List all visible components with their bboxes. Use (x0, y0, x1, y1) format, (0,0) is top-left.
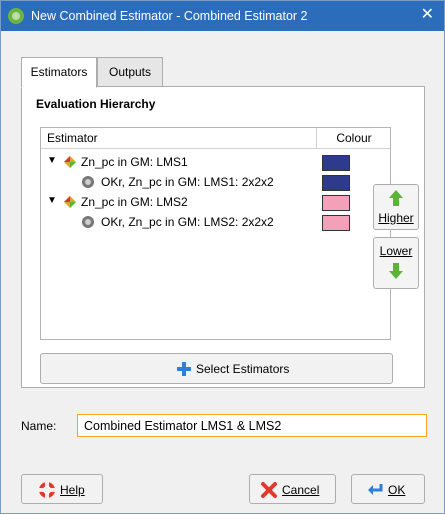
combined-estimator-icon (64, 156, 76, 168)
tree-row[interactable]: OKr, Zn_pc in GM: LMS1: 2x2x2 (41, 172, 390, 192)
close-icon[interactable]: ✕ (421, 6, 434, 24)
higher-button[interactable]: Higher (373, 184, 419, 230)
tree-row-label: OKr, Zn_pc in GM: LMS1: 2x2x2 (101, 175, 274, 189)
kriging-estimator-icon (82, 216, 94, 228)
combined-estimator-icon (64, 196, 76, 208)
tree-row[interactable]: OKr, Zn_pc in GM: LMS2: 2x2x2 (41, 212, 390, 232)
colour-swatch[interactable] (322, 195, 350, 211)
higher-label: Higher (378, 211, 414, 225)
tree-row[interactable]: ▼ Zn_pc in GM: LMS1 (41, 152, 390, 172)
cancel-label: Cancel (282, 483, 320, 497)
lifebuoy-icon (39, 482, 55, 498)
return-arrow-icon (368, 484, 383, 495)
colour-swatch[interactable] (322, 155, 350, 171)
plus-icon (177, 362, 191, 376)
dialog-window: New Combined Estimator - Combined Estima… (0, 0, 445, 514)
tab-outputs[interactable]: Outputs (97, 57, 163, 87)
tab-estimators[interactable]: Estimators (21, 57, 97, 88)
tree-row-label: OKr, Zn_pc in GM: LMS2: 2x2x2 (101, 215, 274, 229)
ok-button[interactable]: OK (351, 474, 425, 504)
cancel-x-icon (261, 482, 277, 498)
tree-row-label: Zn_pc in GM: LMS2 (81, 195, 188, 209)
select-estimators-label: Select Estimators (196, 362, 290, 376)
cancel-button[interactable]: Cancel (249, 474, 336, 504)
estimators-panel: Evaluation Hierarchy Estimator Colour ▼ … (21, 86, 425, 388)
select-estimators-button[interactable]: Select Estimators (40, 353, 393, 384)
arrow-up-icon (389, 190, 403, 206)
kriging-estimator-icon (82, 176, 94, 188)
estimator-tree[interactable]: Estimator Colour ▼ Zn_pc in GM: LMS1 OKr… (40, 127, 391, 340)
window-title: New Combined Estimator - Combined Estima… (31, 9, 308, 23)
arrow-down-icon (389, 263, 403, 279)
section-title: Evaluation Hierarchy (36, 97, 156, 111)
name-label: Name: (21, 419, 57, 433)
lower-label: Lower (379, 244, 413, 258)
collapse-triangle-icon[interactable]: ▼ (47, 195, 57, 206)
colour-swatch[interactable] (322, 215, 350, 231)
column-header-estimator[interactable]: Estimator (47, 131, 98, 145)
help-label: Help (60, 483, 85, 497)
app-icon (8, 8, 24, 24)
name-field[interactable] (77, 414, 427, 437)
title-bar[interactable]: New Combined Estimator - Combined Estima… (1, 1, 444, 31)
colour-swatch[interactable] (322, 175, 350, 191)
lower-button[interactable]: Lower (373, 237, 419, 289)
ok-label: OK (388, 483, 406, 497)
collapse-triangle-icon[interactable]: ▼ (47, 155, 57, 166)
column-header-colour[interactable]: Colour (316, 128, 391, 148)
tree-header: Estimator Colour (41, 128, 390, 149)
tree-row[interactable]: ▼ Zn_pc in GM: LMS2 (41, 192, 390, 212)
tree-row-label: Zn_pc in GM: LMS1 (81, 155, 188, 169)
help-button[interactable]: Help (21, 474, 103, 504)
